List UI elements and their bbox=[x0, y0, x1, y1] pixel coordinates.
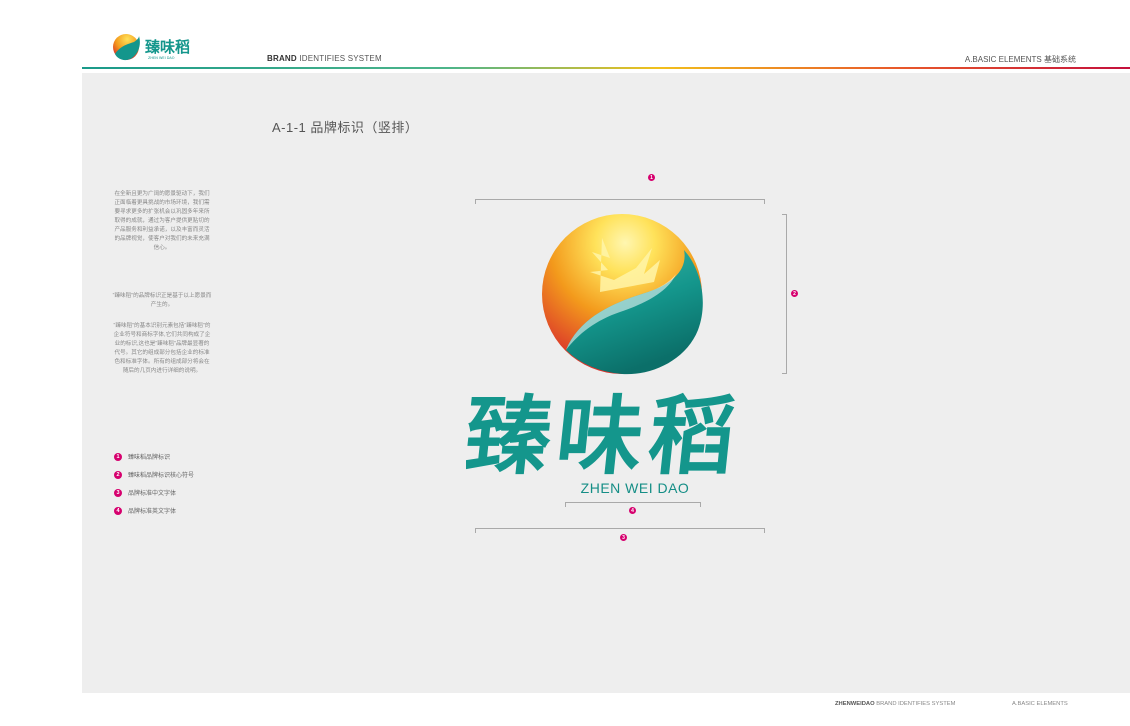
footer-system-title: ZHENWEIDAO BRAND IDENTIFIES SYSTEM bbox=[835, 701, 955, 707]
legend-item: 2 臻味稻品牌标识核心符号 bbox=[114, 470, 194, 479]
description-paragraph-1: 在全新且更为广阔的愿景驱动下，我们正面临着更具挑战的市场环境，我们需要寻求更多的… bbox=[114, 191, 210, 251]
marker-2: 2 bbox=[791, 290, 798, 297]
content-panel bbox=[82, 73, 1130, 693]
header-system-rest: IDENTIFIES SYSTEM bbox=[296, 54, 382, 63]
header-section-label: A.BASIC ELEMENTS 基础系统 bbox=[964, 55, 1076, 64]
legend: 1 臻味稻品牌标识 2 臻味稻品牌标识核心符号 3 品牌标准中文字体 4 品牌标… bbox=[114, 452, 194, 524]
footer-brand-bold: ZHENWEIDAO bbox=[835, 701, 875, 707]
chinese-wordmark-text: 臻味稻 bbox=[466, 388, 746, 484]
legend-item: 1 臻味稻品牌标识 bbox=[114, 452, 194, 461]
header-logo: 臻味稻 ZHEN WEI DAO bbox=[110, 30, 210, 64]
description-paragraph-2: “臻味稻”的品牌标识正是基于以上愿景而产生的。 bbox=[112, 293, 212, 308]
dimension-line-emblem bbox=[782, 214, 787, 374]
marker-4: 4 bbox=[629, 507, 636, 514]
header-system-bold: BRAND bbox=[267, 54, 297, 63]
legend-label: 品牌标准英文字体 bbox=[128, 509, 177, 515]
marker-3: 3 bbox=[620, 534, 627, 541]
legend-item: 3 品牌标准中文字体 bbox=[114, 488, 194, 497]
legend-number-badge: 3 bbox=[114, 488, 122, 497]
footer-system-rest: BRAND IDENTIFIES SYSTEM bbox=[874, 701, 956, 707]
description-paragraph-3: “臻味稻”的基本识别元素包括“臻味稻”的企业符号和商标字体,它们共同构成了企业的… bbox=[113, 323, 211, 374]
dimension-line-full-logo bbox=[475, 199, 765, 204]
marker-1: 1 bbox=[648, 174, 655, 181]
page-title: A-1-1 品牌标识（竖排） bbox=[272, 120, 419, 135]
legend-label: 臻味稻品牌标识 bbox=[128, 455, 171, 461]
header-system-title: BRAND IDENTIFIES SYSTEM bbox=[267, 54, 382, 63]
chinese-wordmark: 臻味稻 bbox=[460, 386, 776, 487]
legend-number-badge: 4 bbox=[114, 506, 122, 515]
chinese-wordmark-art: 臻味稻 bbox=[460, 386, 747, 487]
header-divider bbox=[82, 67, 1130, 69]
dimension-line-chinese bbox=[475, 528, 765, 533]
header-brand-name: 臻味稻 bbox=[145, 38, 190, 56]
english-wordmark: ZHEN WEI DAO bbox=[580, 480, 690, 496]
legend-item: 4 品牌标准英文字体 bbox=[114, 506, 194, 515]
header-emblem-icon: 臻味稻 ZHEN WEI DAO bbox=[113, 34, 190, 61]
sun-rice-emblem-icon bbox=[542, 214, 703, 375]
legend-number-badge: 1 bbox=[114, 452, 122, 461]
legend-number-badge: 2 bbox=[114, 470, 122, 479]
legend-label: 品牌标准中文字体 bbox=[128, 491, 177, 497]
footer-section-label: A.BASIC ELEMENTS bbox=[1012, 701, 1068, 707]
header-logo-caption: ZHEN WEI DAO bbox=[148, 56, 175, 60]
brand-emblem bbox=[540, 212, 708, 376]
legend-label: 臻味稻品牌标识核心符号 bbox=[128, 473, 195, 479]
dimension-line-english bbox=[565, 502, 701, 507]
